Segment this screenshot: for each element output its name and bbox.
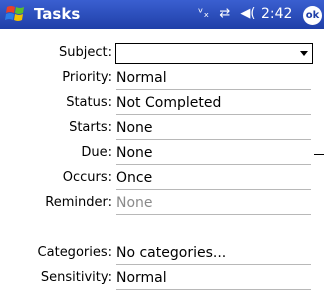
signal-icon[interactable]: ᵛₓ <box>198 6 209 21</box>
reminder-field[interactable]: None <box>116 193 311 215</box>
starts-row: Starts: None <box>0 117 324 141</box>
status-label: Status: <box>66 95 112 110</box>
app-title: Tasks <box>34 5 81 23</box>
sensitivity-label: Sensitivity: <box>40 270 112 285</box>
reminder-label: Reminder: <box>45 195 112 210</box>
title-bar: Tasks ᵛₓ ⇄ ◀( 2:42 ok <box>0 0 324 29</box>
status-row: Status: Not Completed <box>0 92 324 116</box>
categories-field[interactable]: No categories... <box>116 243 311 265</box>
volume-icon[interactable]: ◀( <box>240 6 255 21</box>
priority-label: Priority: <box>62 70 112 85</box>
due-label: Due: <box>81 145 112 160</box>
reminder-row: Reminder: None <box>0 192 324 216</box>
ok-button[interactable]: ok <box>303 6 322 25</box>
due-row: Due: None <box>0 142 324 166</box>
starts-label: Starts: <box>69 120 112 135</box>
categories-row: Categories: No categories... <box>0 242 324 266</box>
categories-label: Categories: <box>37 245 112 260</box>
occurs-field[interactable]: Once <box>116 168 311 190</box>
sensitivity-field[interactable]: Normal <box>116 268 311 290</box>
windows-start-icon[interactable] <box>4 3 28 25</box>
chevron-down-icon[interactable] <box>300 51 308 56</box>
starts-field[interactable]: None <box>116 118 311 140</box>
subject-row: Subject: <box>0 42 324 66</box>
subject-input[interactable] <box>115 43 313 64</box>
connectivity-icon[interactable]: ⇄ <box>219 6 230 21</box>
priority-field[interactable]: Normal <box>116 68 311 90</box>
sensitivity-row: Sensitivity: Normal <box>0 267 324 291</box>
cursor-indicator <box>314 154 324 155</box>
priority-row: Priority: Normal <box>0 67 324 91</box>
occurs-row: Occurs: Once <box>0 167 324 191</box>
occurs-label: Occurs: <box>62 170 112 185</box>
status-icons: ᵛₓ ⇄ ◀( <box>198 5 261 23</box>
status-field[interactable]: Not Completed <box>116 93 311 115</box>
subject-label: Subject: <box>59 45 112 60</box>
clock[interactable]: 2:42 <box>261 4 292 24</box>
due-field[interactable]: None <box>116 143 311 165</box>
